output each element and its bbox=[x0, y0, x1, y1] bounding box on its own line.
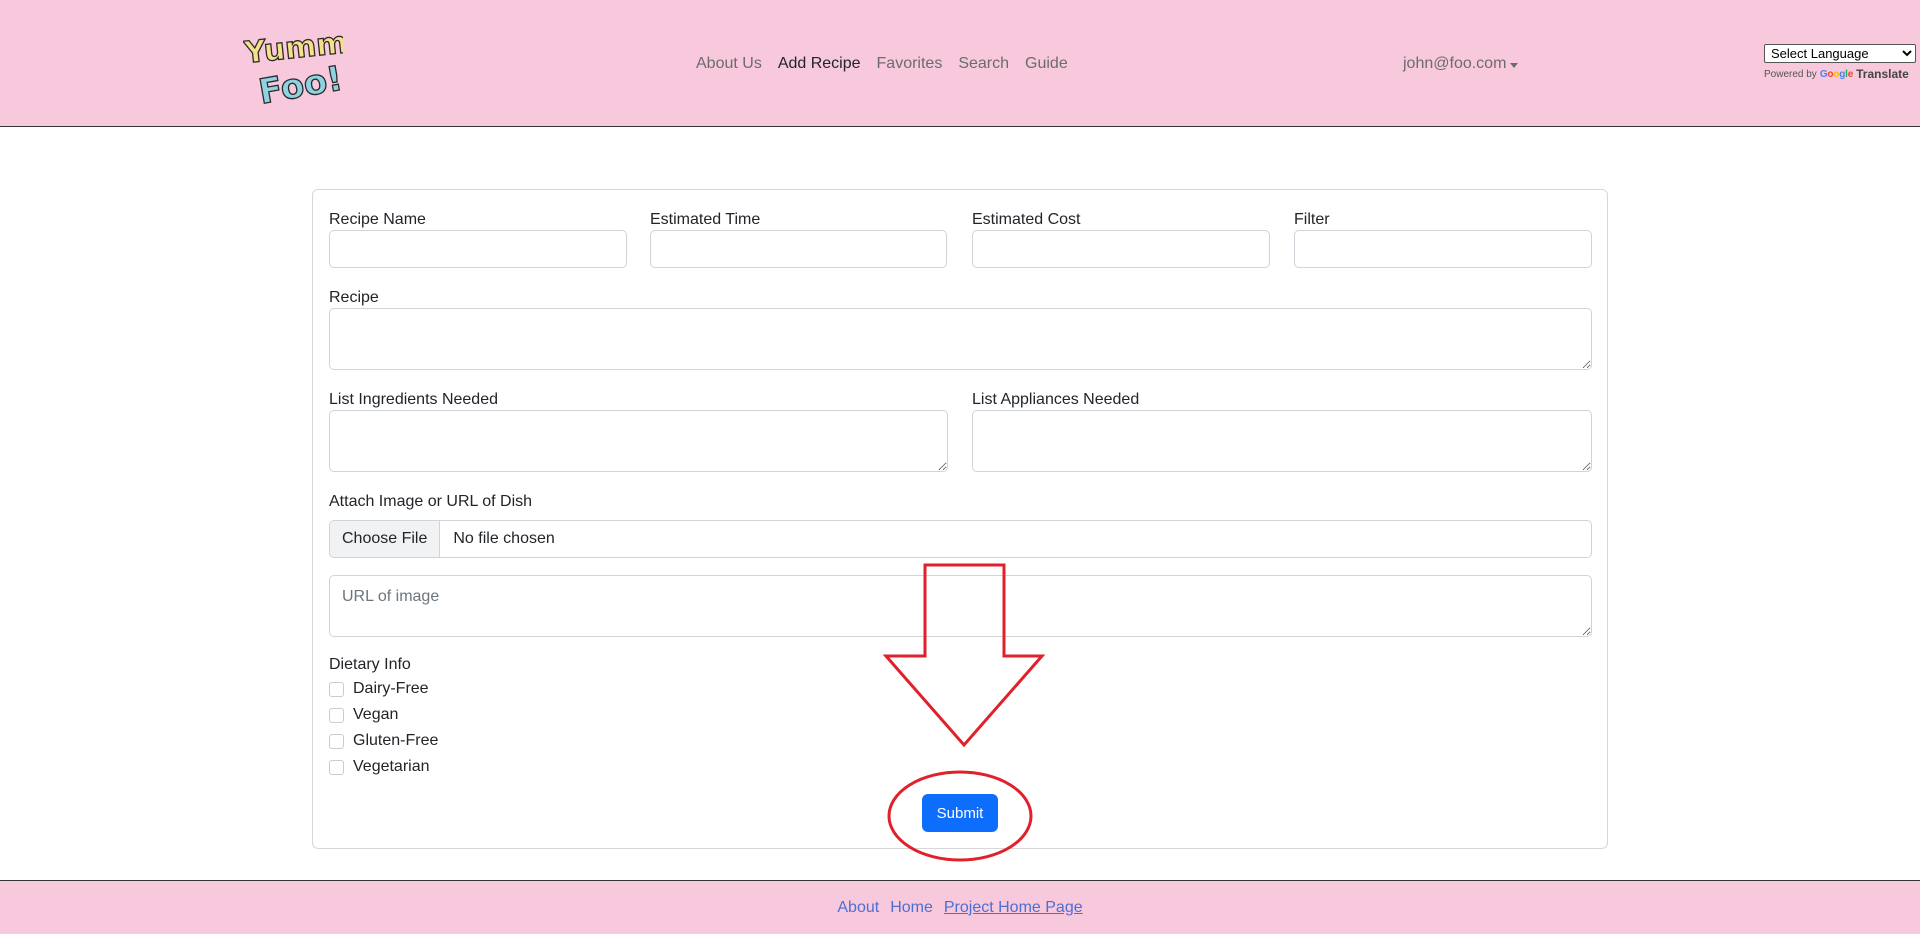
dietary-option-vegan[interactable]: Vegan bbox=[329, 705, 398, 725]
nav-add-recipe[interactable]: Add Recipe bbox=[778, 51, 861, 77]
nav-about-us[interactable]: About Us bbox=[696, 51, 762, 77]
dietary-option-gluten-free[interactable]: Gluten-Free bbox=[329, 731, 438, 751]
language-select[interactable]: Select Language bbox=[1764, 44, 1916, 63]
yummy-foo-logo[interactable]: Yummy Foo! bbox=[243, 26, 343, 110]
file-input[interactable]: Choose File No file chosen bbox=[329, 520, 1592, 558]
ingredients-textarea[interactable] bbox=[329, 410, 948, 472]
powered-by-text: Powered by bbox=[1764, 68, 1817, 80]
vegetarian-checkbox[interactable] bbox=[329, 759, 344, 775]
recipe-textarea[interactable] bbox=[329, 308, 1592, 370]
add-recipe-form: Recipe Name Estimated Time Estimated Cos… bbox=[312, 189, 1608, 849]
user-email: john@foo.com bbox=[1403, 55, 1507, 72]
recipe-name-input[interactable] bbox=[329, 230, 627, 268]
vegetarian-label: Vegetarian bbox=[353, 758, 430, 775]
filter-input[interactable] bbox=[1294, 230, 1592, 268]
user-dropdown[interactable]: john@foo.com bbox=[1403, 51, 1519, 77]
dairy-free-checkbox[interactable] bbox=[329, 681, 344, 697]
submit-button[interactable]: Submit bbox=[922, 794, 998, 832]
nav-search[interactable]: Search bbox=[958, 51, 1009, 77]
ingredients-label: List Ingredients Needed bbox=[329, 391, 498, 408]
recipe-name-label: Recipe Name bbox=[329, 211, 426, 228]
translate-link[interactable]: Translate bbox=[1856, 67, 1909, 81]
estimated-time-label: Estimated Time bbox=[650, 211, 761, 228]
google-translate-widget: Select Language Powered by Google Transl… bbox=[1764, 44, 1916, 81]
gluten-free-label: Gluten-Free bbox=[353, 732, 439, 749]
dairy-free-label: Dairy-Free bbox=[353, 680, 429, 697]
gluten-free-checkbox[interactable] bbox=[329, 733, 344, 749]
vegan-label: Vegan bbox=[353, 706, 399, 723]
caret-down-icon bbox=[1510, 62, 1519, 68]
nav-favorites[interactable]: Favorites bbox=[877, 51, 943, 77]
image-url-textarea[interactable] bbox=[329, 575, 1592, 637]
footer-link-home[interactable]: Home bbox=[890, 899, 933, 917]
filter-label: Filter bbox=[1294, 211, 1330, 228]
appliances-label: List Appliances Needed bbox=[972, 391, 1140, 408]
footer-link-project-home[interactable]: Project Home Page bbox=[944, 899, 1083, 917]
footer: About Home Project Home Page bbox=[0, 880, 1920, 934]
estimated-cost-input[interactable] bbox=[972, 230, 1270, 268]
dietary-option-dairy-free[interactable]: Dairy-Free bbox=[329, 679, 429, 699]
choose-file-button[interactable]: Choose File bbox=[330, 521, 441, 557]
file-status-text: No file chosen bbox=[453, 530, 555, 547]
recipe-label: Recipe bbox=[329, 289, 379, 306]
estimated-time-input[interactable] bbox=[650, 230, 947, 268]
appliances-textarea[interactable] bbox=[972, 410, 1592, 472]
powered-by-google: Powered by Google Translate bbox=[1764, 67, 1916, 81]
vegan-checkbox[interactable] bbox=[329, 707, 344, 723]
estimated-cost-label: Estimated Cost bbox=[972, 211, 1081, 228]
navbar: Yummy Foo! About Us Add Recipe Favorites… bbox=[0, 0, 1920, 127]
footer-link-about[interactable]: About bbox=[837, 899, 879, 917]
image-label: Attach Image or URL of Dish bbox=[329, 493, 533, 510]
dietary-info-label: Dietary Info bbox=[329, 656, 411, 673]
dietary-option-vegetarian[interactable]: Vegetarian bbox=[329, 757, 430, 777]
google-logo-text: Google bbox=[1819, 68, 1854, 80]
nav-guide[interactable]: Guide bbox=[1025, 51, 1068, 77]
main-nav: About Us Add Recipe Favorites Search Gui… bbox=[696, 51, 1068, 77]
